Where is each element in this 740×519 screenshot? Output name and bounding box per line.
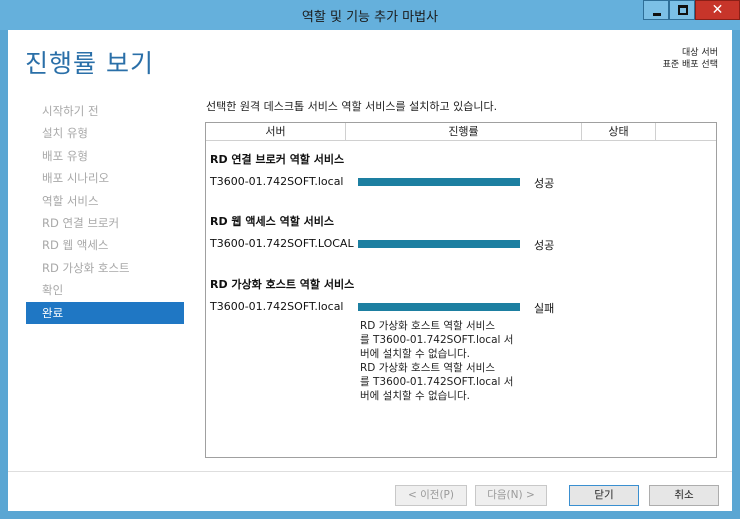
close-window-button[interactable]: ✕: [695, 0, 740, 20]
error-line: 를 T3600-01.742SOFT.local 서: [360, 334, 514, 346]
previous-button[interactable]: < 이전(P): [395, 485, 467, 506]
wizard-footer: < 이전(P) 다음(N) > 닫기 취소: [8, 471, 732, 511]
wizard-window: 역할 및 기능 추가 마법사 ✕ 진행률 보기 대상 서버 표준 배포 선택 시…: [0, 0, 740, 519]
nav-item-rd-connection-broker: RD 연결 브로커: [42, 215, 120, 230]
close-icon: ✕: [711, 2, 724, 18]
progress-bar: [358, 240, 520, 248]
destination-server: 대상 서버 표준 배포 선택: [663, 47, 718, 71]
progress-table: 서버 진행률 상태 RD 연결 브로커 역할 서비스 T3600-01.742S…: [205, 122, 717, 458]
error-line: 버에 설치할 수 없습니다.: [360, 348, 470, 360]
table-header: 서버 진행률 상태: [206, 123, 716, 141]
maximize-button[interactable]: [669, 0, 695, 20]
server-name: T3600-01.742SOFT.local: [210, 300, 344, 313]
nav-item-confirmation: 확인: [42, 283, 64, 298]
error-line: 버에 설치할 수 없습니다.: [360, 390, 470, 402]
status-text: 성공: [534, 177, 555, 190]
instruction-text: 선택한 원격 데스크톱 서비스 역할 서비스를 설치하고 있습니다.: [206, 100, 498, 113]
nav-item-role-services: 역할 서비스: [42, 193, 99, 208]
status-text: 성공: [534, 239, 555, 252]
column-header-status[interactable]: 상태: [582, 123, 656, 141]
minimize-button[interactable]: [643, 0, 669, 20]
status-text: 실패: [534, 302, 555, 315]
page-title: 진행률 보기: [25, 49, 154, 78]
next-button[interactable]: 다음(N) >: [475, 485, 547, 506]
close-button[interactable]: 닫기: [569, 485, 639, 506]
maximize-icon: [678, 5, 688, 15]
nav-item-rd-web-access: RD 웹 액세스: [42, 238, 109, 253]
nav-item-before-you-begin: 시작하기 전: [42, 104, 99, 118]
nav-item-completion[interactable]: 완료: [26, 301, 184, 324]
error-line: RD 가상화 호스트 역할 서비스: [360, 362, 495, 374]
title-bar[interactable]: 역할 및 기능 추가 마법사 ✕: [0, 0, 740, 30]
column-header-progress[interactable]: 진행률: [346, 123, 582, 141]
destination-value: 표준 배포 선택: [662, 60, 718, 70]
server-name: T3600-01.742SOFT.LOCAL: [210, 237, 354, 250]
wizard-steps-nav: 시작하기 전 설치 유형 배포 유형 배포 시나리오 역할 서비스 RD 연결 …: [26, 100, 184, 324]
nav-item-deployment-type: 배포 유형: [42, 148, 88, 163]
nav-item-deployment-scenario: 배포 시나리오: [42, 171, 110, 186]
progress-bar: [358, 303, 520, 311]
group-title-rd-connection-broker: RD 연결 브로커 역할 서비스: [210, 153, 345, 166]
minimize-icon: [653, 13, 661, 16]
column-header-server[interactable]: 서버: [206, 123, 346, 141]
server-name: T3600-01.742SOFT.local: [210, 175, 344, 188]
nav-item-rd-virtualization-host: RD 가상화 호스트: [42, 260, 130, 275]
error-line: 를 T3600-01.742SOFT.local 서: [360, 376, 514, 388]
cancel-button[interactable]: 취소: [649, 485, 719, 506]
group-title-rd-virtualization-host: RD 가상화 호스트 역할 서비스: [210, 278, 355, 291]
error-line: RD 가상화 호스트 역할 서비스: [360, 320, 495, 332]
window-title: 역할 및 기능 추가 마법사: [301, 10, 439, 25]
error-message: RD 가상화 호스트 역할 서비스 를 T3600-01.742SOFT.loc…: [360, 319, 530, 403]
progress-bar: [358, 178, 520, 186]
group-title-rd-web-access: RD 웹 액세스 역할 서비스: [210, 215, 334, 228]
destination-label: 대상 서버: [682, 48, 718, 58]
nav-item-installation-type: 설치 유형: [42, 126, 88, 141]
wizard-client-area: 진행률 보기 대상 서버 표준 배포 선택 시작하기 전 설치 유형 배포 유형…: [8, 30, 732, 511]
